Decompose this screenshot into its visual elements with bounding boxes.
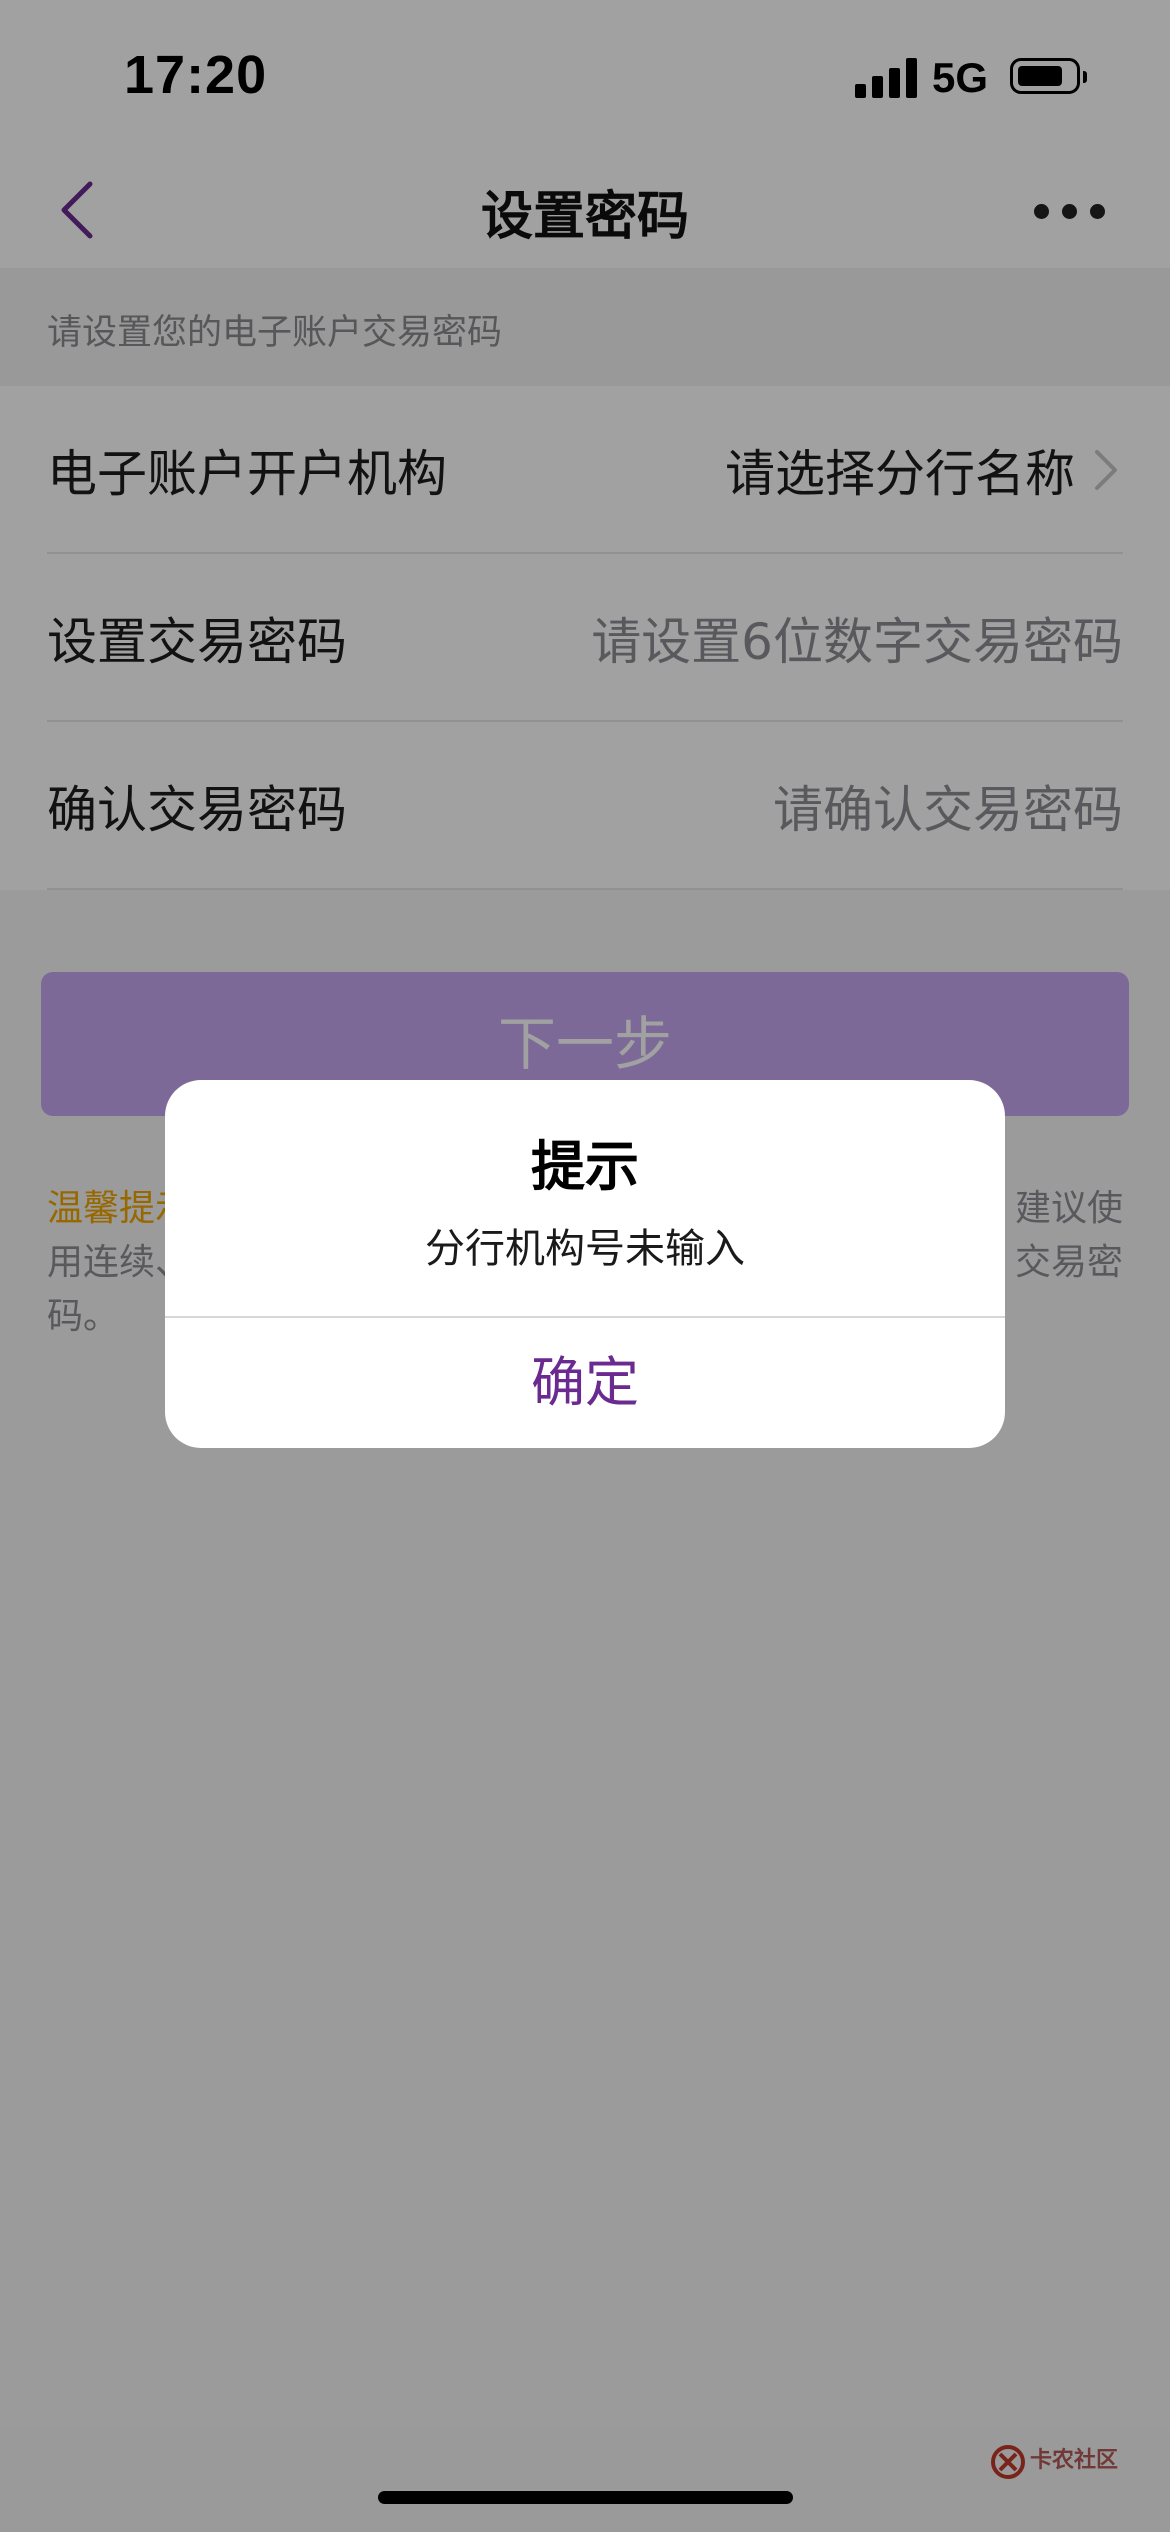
home-indicator[interactable] [378,2491,793,2504]
alert-confirm-button[interactable]: 确定 [165,1318,1005,1448]
app-screen: 17:20 5G 设置密码 请设置您的电子账户交易密码 电子账户开户机构 请选择… [0,0,1170,2532]
alert-dialog: 提示 分行机构号未输入 确定 [165,1080,1005,1448]
alert-message: 分行机构号未输入 [425,1226,745,1272]
alert-title: 提示 [531,1135,639,1198]
